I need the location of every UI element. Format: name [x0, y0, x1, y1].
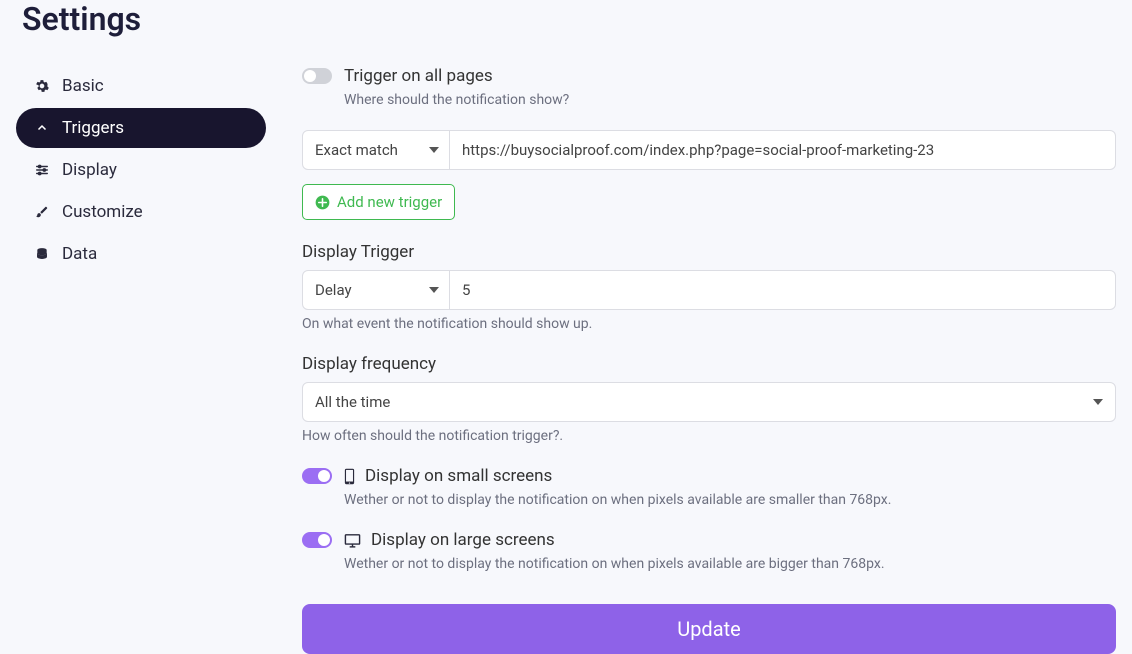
- database-icon: [34, 246, 50, 262]
- sidebar-item-label: Basic: [62, 76, 104, 96]
- update-button[interactable]: Update: [302, 604, 1116, 654]
- desktop-icon: [344, 533, 361, 548]
- gear-icon: [34, 78, 50, 94]
- sidebar-item-data[interactable]: Data: [16, 234, 266, 274]
- main-content: Trigger on all pages Where should the no…: [302, 66, 1116, 654]
- trigger-match-type-select[interactable]: Exact match: [302, 130, 450, 170]
- trigger-url-input[interactable]: [450, 130, 1116, 170]
- sidebar-item-label: Display: [62, 160, 117, 180]
- display-small-screens-label: Display on small screens: [365, 466, 552, 486]
- sidebar-item-label: Customize: [62, 202, 143, 222]
- brush-icon: [34, 204, 50, 220]
- trigger-all-pages-toggle[interactable]: [302, 68, 332, 84]
- display-small-screens-help: Wether or not to display the notificatio…: [344, 492, 1116, 508]
- sidebar: Basic Triggers Display Customize Data: [16, 66, 266, 654]
- sidebar-item-triggers[interactable]: Triggers: [16, 108, 266, 148]
- display-frequency-help: How often should the notification trigge…: [302, 428, 1116, 444]
- display-frequency-label: Display frequency: [302, 354, 1116, 374]
- display-large-screens-toggle[interactable]: [302, 532, 332, 548]
- add-new-trigger-label: Add new trigger: [337, 193, 442, 211]
- sidebar-item-display[interactable]: Display: [16, 150, 266, 190]
- display-small-screens-toggle[interactable]: [302, 468, 332, 484]
- display-frequency-select[interactable]: All the time: [302, 382, 1116, 422]
- display-trigger-value-input[interactable]: [450, 270, 1116, 310]
- sidebar-item-label: Data: [62, 244, 97, 264]
- add-new-trigger-button[interactable]: Add new trigger: [302, 184, 455, 220]
- trigger-all-pages-label: Trigger on all pages: [344, 66, 493, 86]
- display-large-screens-help: Wether or not to display the notificatio…: [344, 556, 1116, 572]
- display-trigger-help: On what event the notification should sh…: [302, 316, 1116, 332]
- chevron-up-icon: [34, 120, 50, 136]
- mobile-icon: [344, 468, 355, 485]
- display-trigger-type-select[interactable]: Delay: [302, 270, 450, 310]
- sidebar-item-basic[interactable]: Basic: [16, 66, 266, 106]
- display-large-screens-label: Display on large screens: [371, 530, 555, 550]
- display-trigger-label: Display Trigger: [302, 242, 1116, 262]
- trigger-all-pages-help: Where should the notification show?: [344, 92, 1116, 108]
- sliders-icon: [34, 162, 50, 178]
- plus-circle-icon: [315, 195, 330, 210]
- page-title: Settings: [22, 0, 1116, 38]
- sidebar-item-label: Triggers: [62, 118, 124, 138]
- sidebar-item-customize[interactable]: Customize: [16, 192, 266, 232]
